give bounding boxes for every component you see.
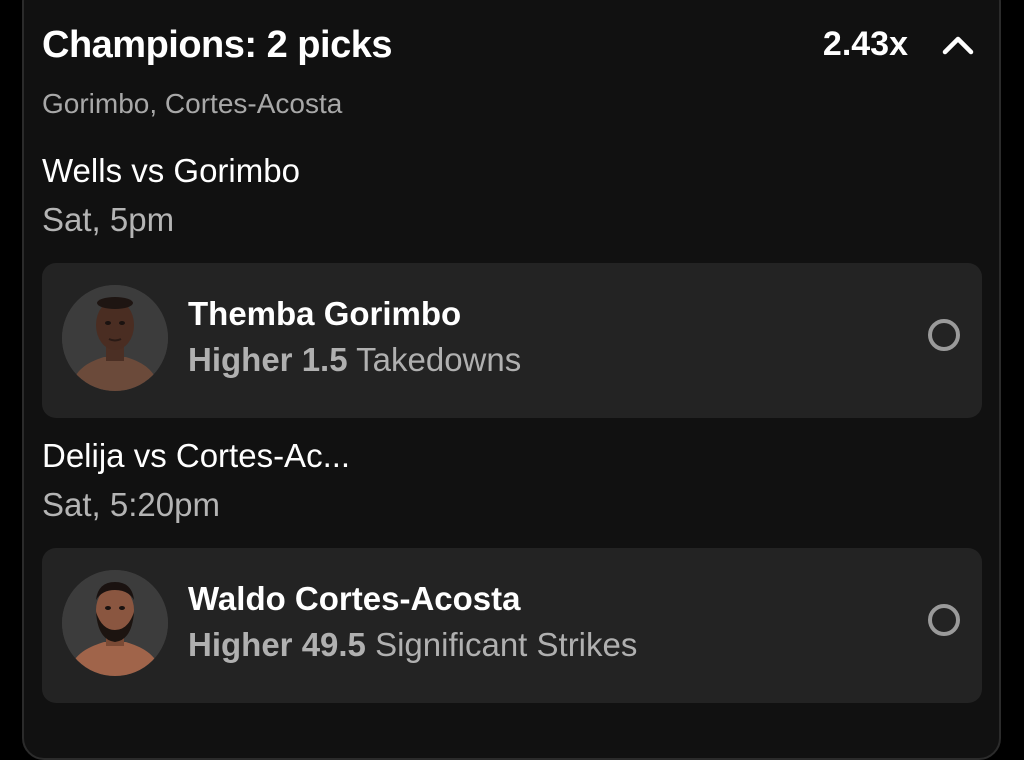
match-time: Sat, 5:20pm [42, 486, 220, 523]
player-portrait-icon [62, 285, 168, 391]
pick-line: Higher 1.5 Takedowns [188, 341, 521, 379]
panel-header[interactable]: Champions: 2 picks 2.43x [42, 24, 982, 68]
pick-stat: Significant Strikes [375, 626, 638, 663]
pick-card[interactable]: Themba Gorimbo Higher 1.5 Takedowns [42, 263, 982, 418]
pick-line-value: 49.5 [301, 626, 366, 663]
pick-line: Higher 49.5 Significant Strikes [188, 626, 637, 664]
player-name: Themba Gorimbo [188, 295, 462, 332]
pick-direction: Higher [188, 626, 293, 663]
radio-unselected-icon[interactable] [928, 604, 960, 636]
pick-direction: Higher [188, 341, 293, 378]
player-name: Waldo Cortes-Acosta [188, 580, 521, 617]
match-title: Wells vs Gorimbo [42, 152, 300, 189]
player-avatar [62, 285, 168, 391]
player-portrait-icon [62, 570, 168, 676]
pick-line-value: 1.5 [301, 341, 348, 378]
match-title: Delija vs Cortes-Ac... [42, 437, 351, 474]
payout-multiplier: 2.43x [822, 25, 908, 63]
pick-stat: Takedowns [356, 341, 522, 378]
radio-unselected-icon[interactable] [928, 319, 960, 351]
player-avatar [62, 570, 168, 676]
match-time: Sat, 5pm [42, 201, 175, 238]
picks-summary: Gorimbo, Cortes-Acosta [42, 88, 343, 119]
chevron-up-icon[interactable] [938, 30, 978, 62]
panel-title: Champions: 2 picks [42, 24, 392, 66]
pick-card[interactable]: Waldo Cortes-Acosta Higher 49.5 Signific… [42, 548, 982, 703]
